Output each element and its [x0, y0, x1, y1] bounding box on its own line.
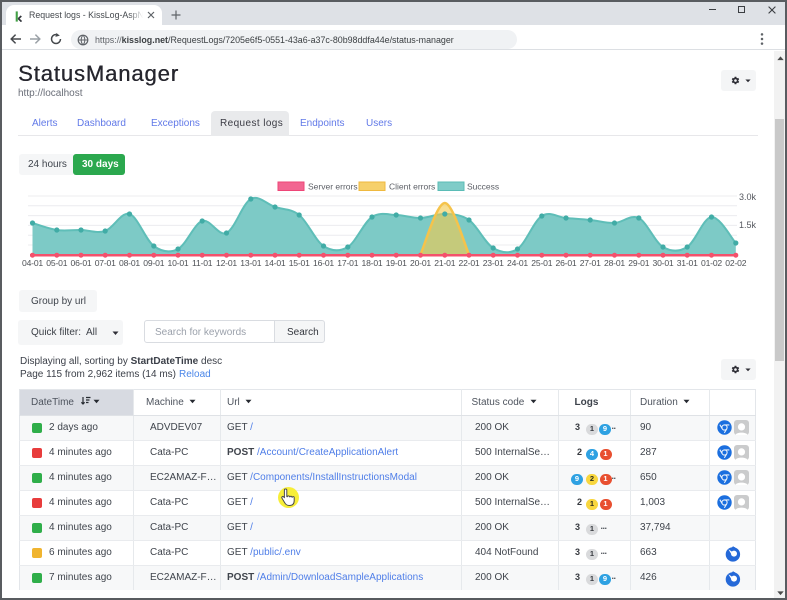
svg-text:23-01: 23-01	[483, 258, 504, 268]
svg-text:01-02: 01-02	[701, 258, 722, 268]
svg-text:17-01: 17-01	[337, 258, 358, 268]
svg-text:19-01: 19-01	[386, 258, 407, 268]
svg-text:28-01: 28-01	[604, 258, 625, 268]
svg-text:Client errors: Client errors	[389, 182, 435, 192]
svg-text:06-01: 06-01	[71, 258, 92, 268]
svg-text:Success: Success	[467, 182, 499, 192]
svg-text:07-01: 07-01	[95, 258, 116, 268]
svg-text:02-02: 02-02	[725, 258, 746, 268]
svg-text:08-01: 08-01	[119, 258, 140, 268]
svg-text:Server errors: Server errors	[308, 182, 358, 192]
svg-text:09-01: 09-01	[143, 258, 164, 268]
svg-text:04-01: 04-01	[22, 258, 43, 268]
svg-text:05-01: 05-01	[46, 258, 67, 268]
svg-text:18-01: 18-01	[362, 258, 383, 268]
svg-text:30-01: 30-01	[653, 258, 674, 268]
svg-text:24-01: 24-01	[507, 258, 528, 268]
svg-text:11-01: 11-01	[192, 258, 213, 268]
svg-text:14-01: 14-01	[265, 258, 286, 268]
svg-text:1.5k: 1.5k	[739, 220, 757, 230]
svg-text:12-01: 12-01	[216, 258, 237, 268]
svg-text:20-01: 20-01	[410, 258, 431, 268]
svg-text:10-01: 10-01	[168, 258, 189, 268]
svg-text:3.0k: 3.0k	[739, 192, 757, 202]
svg-text:29-01: 29-01	[628, 258, 649, 268]
svg-text:22-01: 22-01	[459, 258, 480, 268]
svg-text:26-01: 26-01	[556, 258, 577, 268]
svg-text:13-01: 13-01	[240, 258, 261, 268]
svg-text:25-01: 25-01	[531, 258, 552, 268]
svg-text:15-01: 15-01	[289, 258, 310, 268]
svg-text:21-01: 21-01	[434, 258, 455, 268]
svg-text:27-01: 27-01	[580, 258, 601, 268]
svg-text:16-01: 16-01	[313, 258, 334, 268]
svg-text:31-01: 31-01	[677, 258, 698, 268]
